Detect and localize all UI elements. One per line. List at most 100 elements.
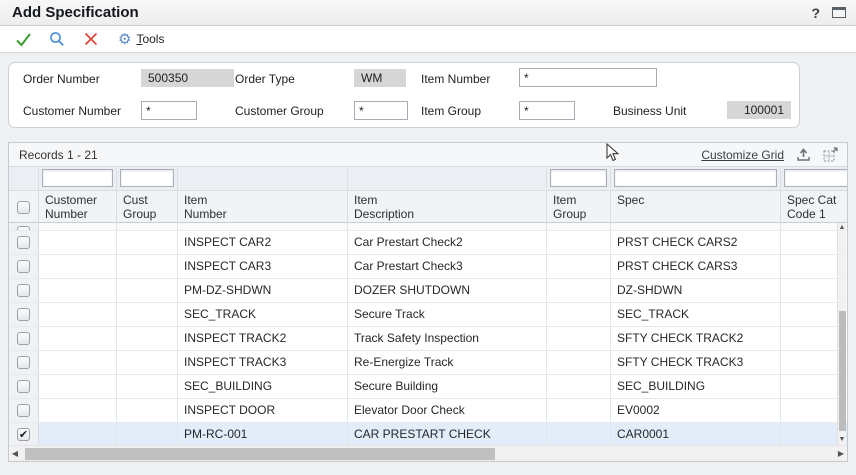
business-unit-value: 100001: [727, 101, 791, 119]
cell-spec: PRST CHECK CARS2: [611, 231, 781, 254]
cell-spec: [611, 223, 781, 231]
cell-item_number: [178, 223, 348, 231]
filter-cell-cust_group: [117, 167, 178, 191]
column-header-item_group[interactable]: Item Group: [547, 191, 611, 223]
cell-cust_group: [117, 423, 178, 446]
row-checkbox[interactable]: [17, 308, 30, 321]
filter-cell-customer_number: [39, 167, 117, 191]
expand-grid-button[interactable]: [823, 147, 839, 162]
cell-item_group: [547, 399, 611, 422]
ok-button[interactable]: [10, 28, 36, 50]
row-checkbox[interactable]: [17, 284, 30, 297]
item-number-input[interactable]: [519, 68, 657, 87]
vertical-scrollbar[interactable]: ▲ ▼: [837, 223, 846, 447]
scroll-right-icon[interactable]: ▶: [835, 449, 847, 458]
row-checkbox[interactable]: [17, 356, 30, 369]
cell-cust_group: [117, 255, 178, 278]
window-icon[interactable]: [832, 7, 846, 18]
cell-customer_number: [39, 223, 117, 231]
cell-spec: EV0002: [611, 399, 781, 422]
item-group-input[interactable]: [519, 101, 575, 120]
scroll-down-icon[interactable]: ▼: [838, 435, 846, 445]
cell-item_description: Car Prestart Check2: [348, 231, 547, 254]
customize-grid-link[interactable]: Customize Grid: [701, 148, 784, 162]
filter-cell-item_description: [348, 167, 547, 191]
cell-spec: PRST CHECK CARS3: [611, 255, 781, 278]
export-button[interactable]: [796, 148, 811, 162]
row-checkbox[interactable]: [17, 380, 30, 393]
order-number-value: 500350: [141, 69, 234, 87]
cell-customer_number: [39, 303, 117, 326]
filter-input-customer_number[interactable]: [42, 169, 113, 187]
horizontal-scroll-thumb[interactable]: [25, 448, 495, 460]
row-checkbox[interactable]: [17, 236, 30, 249]
cell-item_group: [547, 279, 611, 302]
cell-item_number: INSPECT TRACK2: [178, 327, 348, 350]
cell-item_number: SEC_BUILDING: [178, 375, 348, 398]
cell-spec: SEC_BUILDING: [611, 375, 781, 398]
scroll-up-icon[interactable]: ▲: [838, 223, 846, 233]
cell-customer_number: [39, 255, 117, 278]
row-checkbox[interactable]: [17, 260, 30, 273]
grid-filter-row: [9, 167, 847, 191]
cell-customer_number: [39, 399, 117, 422]
row-select-cell: [9, 231, 39, 254]
order-type-value: WM: [354, 69, 406, 87]
help-icon[interactable]: ?: [811, 5, 820, 21]
find-button[interactable]: [44, 28, 70, 50]
cell-cust_group: [117, 303, 178, 326]
cell-item_description: Secure Track: [348, 303, 547, 326]
column-header-customer_number[interactable]: Customer Number: [39, 191, 117, 223]
table-row[interactable]: INSPECT CAR3Car Prestart Check3PRST CHEC…: [9, 255, 847, 279]
cell-item_description: [348, 223, 547, 231]
table-row[interactable]: INSPECT DOORElevator Door CheckEV0002: [9, 399, 847, 423]
cell-spec: SFTY CHECK TRACK3: [611, 351, 781, 374]
scroll-left-icon[interactable]: ◀: [9, 449, 21, 458]
cell-item_number: INSPECT DOOR: [178, 399, 348, 422]
column-header-item_description[interactable]: Item Description: [348, 191, 547, 223]
tools-label: Tools: [136, 32, 164, 46]
column-header-spec_cat[interactable]: Spec Cat Code 1: [781, 191, 847, 223]
cell-item_description: Car Prestart Check3: [348, 255, 547, 278]
row-checkbox[interactable]: [17, 404, 30, 417]
cell-item_group: [547, 423, 611, 446]
column-header-item_number[interactable]: Item Number: [178, 191, 348, 223]
row-checkbox[interactable]: [17, 332, 30, 345]
row-select-cell: [9, 327, 39, 350]
cell-item_group: [547, 327, 611, 350]
horizontal-scroll-track[interactable]: [21, 448, 825, 460]
cell-item_group: [547, 231, 611, 254]
filter-input-spec[interactable]: [614, 169, 777, 187]
column-header-cust_group[interactable]: Cust Group: [117, 191, 178, 223]
row-select-cell: [9, 279, 39, 302]
vertical-scroll-thumb[interactable]: [839, 311, 846, 431]
row-select-cell: [9, 423, 39, 446]
customer-number-input[interactable]: [141, 101, 197, 120]
cell-cust_group: [117, 399, 178, 422]
row-checkbox[interactable]: [17, 428, 30, 441]
row-select-cell: [9, 375, 39, 398]
horizontal-scrollbar[interactable]: ◀ ▶: [9, 445, 847, 461]
tools-menu[interactable]: ⚙ Tools: [118, 32, 164, 47]
cell-item_number: SEC_TRACK: [178, 303, 348, 326]
table-row[interactable]: INSPECT TRACK2Track Safety InspectionSFT…: [9, 327, 847, 351]
cell-cust_group: [117, 231, 178, 254]
cell-customer_number: [39, 423, 117, 446]
select-all-checkbox[interactable]: [17, 201, 30, 214]
cancel-button[interactable]: [78, 28, 104, 50]
row-select-cell: [9, 223, 39, 231]
filter-input-item_group[interactable]: [550, 169, 607, 187]
customer-group-input[interactable]: [354, 101, 408, 120]
column-header-spec[interactable]: Spec: [611, 191, 781, 223]
filter-input-spec_cat[interactable]: [784, 169, 847, 187]
cell-spec: CAR0001: [611, 423, 781, 446]
table-row[interactable]: INSPECT TRACK3Re-Energize TrackSFTY CHEC…: [9, 351, 847, 375]
table-row[interactable]: SEC_BUILDINGSecure BuildingSEC_BUILDING: [9, 375, 847, 399]
table-row[interactable]: [9, 223, 847, 231]
table-row[interactable]: SEC_TRACKSecure TrackSEC_TRACK: [9, 303, 847, 327]
table-row[interactable]: PM-RC-001CAR PRESTART CHECKCAR0001: [9, 423, 847, 447]
table-row[interactable]: PM-DZ-SHDWNDOZER SHUTDOWNDZ-SHDWN: [9, 279, 847, 303]
grid-header-row: Customer NumberCust GroupItem NumberItem…: [9, 191, 847, 223]
table-row[interactable]: INSPECT CAR2Car Prestart Check2PRST CHEC…: [9, 231, 847, 255]
filter-input-cust_group[interactable]: [120, 169, 174, 187]
